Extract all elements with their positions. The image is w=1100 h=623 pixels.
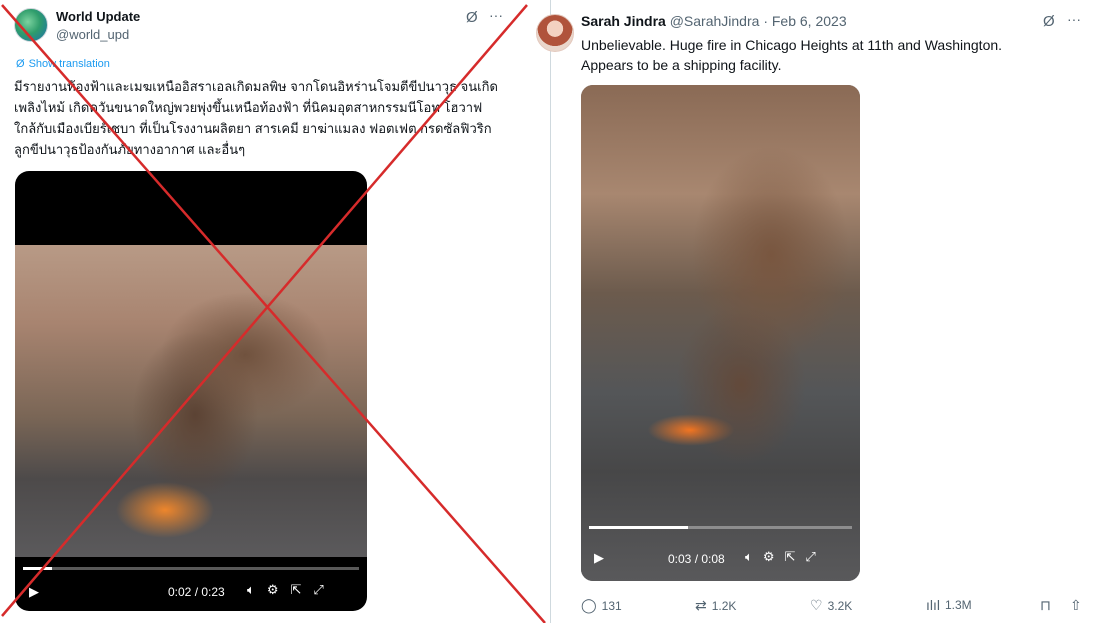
grok-icon[interactable]: Ø [1043,13,1055,30]
avatar[interactable] [536,14,574,52]
reply-button[interactable]: ◯ 131 [581,597,622,614]
tweet-date[interactable]: Feb 6, 2023 [772,13,847,29]
video-controls: 🔈︎ ⚙ ⇱ ⤢ [745,549,816,565]
author-handle[interactable]: @SarahJindra [670,13,760,29]
tweet-divider [550,0,551,623]
more-icon[interactable]: ··· [489,7,503,23]
left-tweet: World Update @world_upd Ø ··· Ø Show tra… [0,0,550,623]
show-translation-label: Show translation [28,58,110,70]
video-player[interactable]: ▶ 0:02 / 0:23 🔈︎ ⚙ ⇱ ⤢ [15,171,367,611]
author-handle[interactable]: @world_upd [56,27,129,42]
video-progress-fill [23,567,53,570]
play-icon[interactable]: ▶ [594,550,604,566]
avatar[interactable] [14,8,48,42]
play-icon[interactable]: ▶ [29,584,39,600]
repost-icon: ⇄ [695,597,707,613]
settings-icon[interactable]: ⚙ [763,549,775,565]
pip-icon[interactable]: ⇱ [290,582,301,598]
author-name[interactable]: Sarah Jindra [581,13,666,29]
bookmark-button[interactable]: ⊓ [1040,597,1051,614]
views-count: 1.3M [945,598,972,612]
more-icon[interactable]: ··· [1067,11,1081,27]
bookmark-icon: ⊓ [1040,597,1051,613]
settings-icon[interactable]: ⚙ [267,582,279,598]
reply-count: 131 [601,598,622,613]
like-icon: ♡ [810,597,823,613]
video-time: 0:03 / 0:08 [668,552,725,566]
pip-icon[interactable]: ⇱ [784,549,795,565]
volume-icon[interactable]: 🔈︎ [745,549,753,565]
tweet-text: Unbelievable. Huge fire in Chicago Heigh… [581,37,1003,73]
tweet-header: Sarah Jindra @SarahJindra · Feb 6, 2023 [581,13,847,29]
views-button[interactable]: ılıl 1.3M [926,597,972,613]
repost-button[interactable]: ⇄ 1.2K [695,597,736,614]
reply-icon: ◯ [581,597,597,613]
repost-count: 1.2K [711,598,737,613]
video-player[interactable]: ▶ 0:03 / 0:08 🔈︎ ⚙ ⇱ ⤢ [581,85,860,581]
video-progress-bar[interactable] [589,526,852,529]
fullscreen-icon[interactable]: ⤢ [313,582,323,598]
share-button[interactable]: ⇧ [1070,597,1082,614]
like-button[interactable]: ♡ 3.2K [810,597,852,614]
grok-icon[interactable]: Ø [466,9,478,26]
video-progress-fill [589,526,688,529]
tweet-text: มีรายงานท้องฟ้าและเมฆเหนืออิสราเอลเกิดมล… [14,79,498,157]
video-progress-bar[interactable] [23,567,359,570]
fullscreen-icon[interactable]: ⤢ [805,549,815,565]
video-frame [581,85,860,581]
author-name[interactable]: World Update [56,9,140,24]
share-icon: ⇧ [1070,597,1082,613]
video-controls: 🔈︎ ⚙ ⇱ ⤢ [247,582,324,598]
show-translation-link[interactable]: Ø Show translation [16,58,110,70]
meta-separator: · [763,13,768,29]
video-frame [15,245,367,557]
translate-icon: Ø [16,58,25,70]
volume-icon[interactable]: 🔈︎ [247,582,255,598]
views-icon: ılıl [926,597,940,613]
like-count: 3.2K [827,598,853,613]
video-time: 0:02 / 0:23 [168,585,225,599]
